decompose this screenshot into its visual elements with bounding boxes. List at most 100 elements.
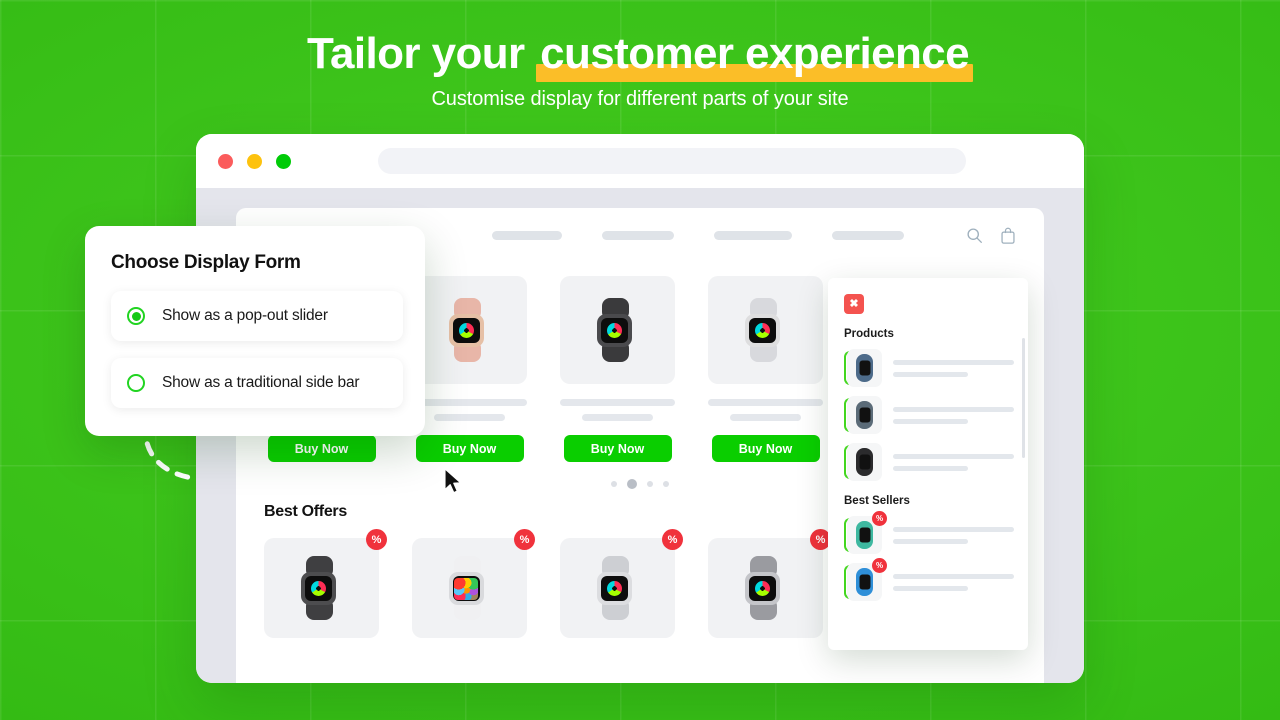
panel-item-lines (893, 573, 1014, 591)
discount-badge: % (872, 511, 887, 526)
offer-watch-white (441, 556, 499, 620)
carousel-dot[interactable] (611, 481, 617, 487)
panel-thumbnail (847, 349, 882, 387)
item-title-placeholder (893, 453, 1014, 459)
traffic-light-close-icon[interactable] (218, 153, 233, 169)
item-title-placeholder (893, 406, 1014, 412)
display-form-option[interactable]: Show as a pop-out slider (111, 291, 403, 341)
panel-thumbnail-wrap (844, 349, 882, 387)
watch-rose-gold (441, 298, 499, 362)
tracker-navy (856, 354, 873, 382)
buy-now-button[interactable]: Buy Now (563, 435, 672, 462)
close-icon[interactable]: ✖ (844, 294, 864, 314)
product-title-placeholder (708, 399, 823, 406)
panel-thumbnail (847, 396, 882, 434)
radio-button-icon[interactable] (127, 307, 145, 325)
carousel-dot[interactable] (647, 481, 653, 487)
page-title: Tailor your customer experience (307, 28, 973, 82)
panel-item-lines (893, 526, 1014, 544)
panel-section-title: Best Sellers (844, 495, 910, 507)
item-price-placeholder (893, 465, 969, 471)
offer-card[interactable]: % (560, 529, 683, 638)
carousel-dot[interactable] (663, 481, 669, 487)
item-price-placeholder (893, 371, 969, 377)
list-item[interactable]: % (844, 511, 1014, 554)
traffic-light-minimize-icon[interactable] (247, 153, 262, 169)
offer-card[interactable]: % (264, 529, 387, 638)
list-item[interactable]: % (844, 558, 1014, 601)
item-price-placeholder (893, 418, 969, 424)
offer-card[interactable]: % (708, 529, 831, 638)
panel-thumbnail-wrap (844, 396, 882, 434)
offer-thumbnail (264, 538, 379, 638)
item-title-placeholder (893, 359, 1014, 365)
tracker-blue (856, 568, 873, 596)
watch-black (589, 298, 647, 362)
display-form-radio-group: Show as a pop-out slider Show as a tradit… (111, 291, 403, 408)
product-card[interactable]: Buy Now (560, 276, 675, 462)
panel-thumbnail-wrap (844, 443, 882, 481)
panel-item-lines (893, 359, 1014, 377)
panel-item-lines (893, 453, 1014, 471)
browser-chrome (196, 134, 1084, 188)
buy-now-button[interactable]: Buy Now (415, 435, 524, 462)
product-price-placeholder (433, 414, 506, 421)
offer-card[interactable]: % (412, 529, 535, 638)
panel-thumbnail-wrap: % (844, 558, 887, 601)
hero-section: Tailor your customer experience Customis… (0, 0, 1280, 111)
discount-badge: % (366, 529, 387, 550)
item-price-placeholder (893, 538, 969, 544)
panel-item-lines (893, 406, 1014, 424)
list-item[interactable] (844, 443, 1014, 481)
product-thumbnail (412, 276, 527, 384)
item-title-placeholder (893, 573, 1014, 579)
buy-now-button[interactable]: Buy Now (711, 435, 820, 462)
radio-button-icon[interactable] (127, 374, 145, 392)
shopping-bag-icon[interactable] (1000, 227, 1016, 244)
panel-thumbnail-wrap: % (844, 511, 887, 554)
product-card[interactable]: Buy Now (708, 276, 823, 462)
nav-link-3[interactable] (714, 230, 792, 240)
tracker-slate (856, 401, 873, 429)
panel-section-title: Products (844, 328, 894, 340)
watch-silver (737, 298, 795, 362)
offer-thumbnail (412, 538, 527, 638)
mouse-cursor-icon (444, 468, 462, 494)
offer-watch-gray (737, 556, 795, 620)
display-form-option-label: Show as a pop-out slider (162, 307, 328, 324)
nav-icons (966, 227, 1016, 244)
product-card[interactable]: Buy Now (412, 276, 527, 462)
page-title-plain: Tailor your (307, 29, 537, 78)
display-form-option[interactable]: Show as a traditional side bar (111, 358, 403, 408)
panel-thumbnail (847, 443, 882, 481)
offer-watch-silver (589, 556, 647, 620)
discount-badge: % (514, 529, 535, 550)
discount-badge: % (662, 529, 683, 550)
dialog-title: Choose Display Form (111, 252, 301, 273)
nav-link-2[interactable] (602, 230, 674, 240)
nav-link-1[interactable] (492, 230, 562, 240)
product-thumbnail (708, 276, 823, 384)
search-icon[interactable] (966, 227, 983, 244)
products-side-panel: ✖ Products Best Sellers%% (828, 278, 1028, 650)
list-item[interactable] (844, 349, 1014, 387)
address-bar[interactable] (378, 148, 966, 174)
carousel-dot[interactable] (627, 479, 637, 489)
tracker-black (856, 448, 873, 476)
item-title-placeholder (893, 526, 1014, 532)
traffic-light-maximize-icon[interactable] (276, 153, 291, 169)
offer-thumbnail (708, 538, 823, 638)
page-title-highlight: customer experience (536, 28, 973, 82)
tracker-teal (856, 521, 873, 549)
nav-link-4[interactable] (832, 230, 904, 240)
buy-now-button[interactable]: Buy Now (267, 435, 376, 462)
item-price-placeholder (893, 585, 969, 591)
offer-thumbnail (560, 538, 675, 638)
nav-links (492, 230, 904, 240)
choose-display-form-dialog: Choose Display Form Show as a pop-out sl… (85, 226, 425, 436)
list-item[interactable] (844, 396, 1014, 434)
offer-watch-black (293, 556, 351, 620)
panel-scrollbar[interactable] (1022, 338, 1025, 458)
display-form-option-label: Show as a traditional side bar (162, 374, 360, 391)
product-thumbnail (560, 276, 675, 384)
